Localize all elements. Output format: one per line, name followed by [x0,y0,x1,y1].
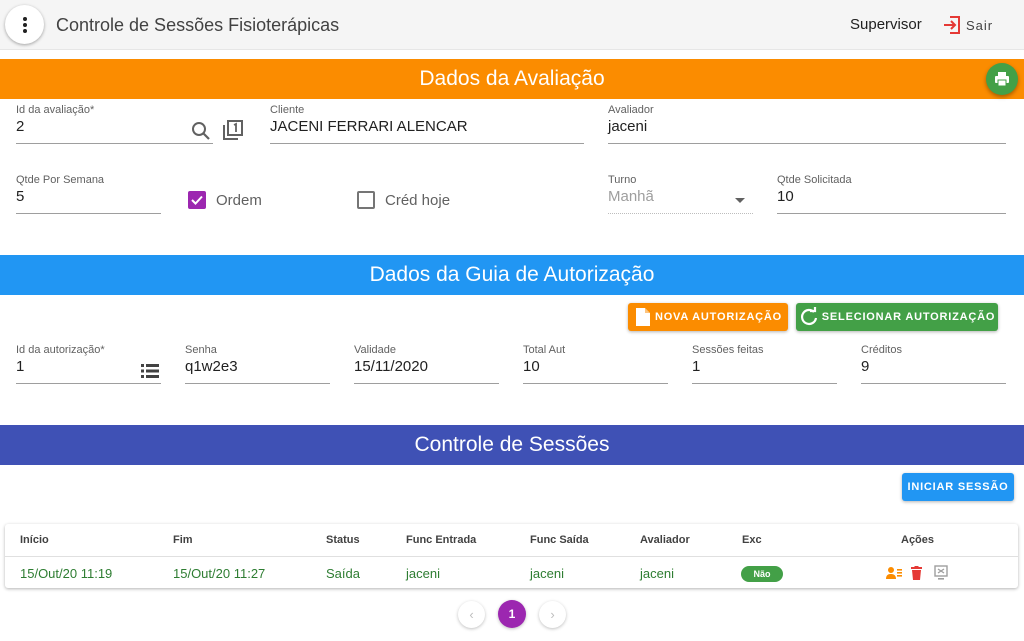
column-header-fim[interactable]: Fim [173,534,193,546]
cell-func-entrada: jaceni [406,566,440,581]
logout-label: Sair [966,17,994,33]
ordem-label: Ordem [216,191,262,209]
creditos-field[interactable]: Créditos 9 [861,344,1006,384]
qtde-solicitada-value[interactable]: 10 [777,188,794,205]
ordem-checkbox[interactable]: Ordem [188,191,262,209]
user-name: Supervisor [850,16,922,33]
cell-inicio: 15/Out/20 11:19 [20,566,113,581]
print-button[interactable] [986,63,1018,95]
column-header-inicio[interactable]: Início [20,534,49,546]
autorizacao-id-label: Id da autorização* [16,344,105,356]
checkbox-unchecked-icon[interactable] [357,191,375,209]
sessoes-feitas-value[interactable]: 1 [692,358,700,375]
total-aut-label: Total Aut [523,344,566,356]
turno-label: Turno [608,174,637,186]
cliente-value[interactable]: JACENI FERRARI ALENCAR [270,118,468,135]
filter-1-icon[interactable] [222,119,244,141]
avaliador-value[interactable]: jaceni [608,118,647,135]
search-icon[interactable] [191,121,211,141]
turno-value[interactable]: Manhã [608,188,654,205]
cell-avaliador: jaceni [640,566,674,581]
more-vert-icon [22,16,27,33]
remove-from-queue-icon[interactable] [934,565,948,581]
assign-user-icon[interactable] [886,566,902,580]
checkbox-checked-icon[interactable] [188,191,206,209]
validade-field[interactable]: Validade 15/11/2020 [354,344,499,384]
list-icon[interactable] [141,364,159,378]
cell-fim: 15/Out/20 11:27 [173,566,266,581]
qtde-semana-field[interactable]: Qtde Por Semana 5 [16,174,161,214]
avaliacao-id-label: Id da avaliação* [16,104,95,116]
autorizacao-id-value[interactable]: 1 [16,358,24,375]
cred-hoje-checkbox[interactable]: Créd hoje [357,191,450,209]
validade-value[interactable]: 15/11/2020 [354,358,428,375]
menu-button[interactable] [5,5,44,44]
senha-label: Senha [185,344,217,356]
senha-field[interactable]: Senha q1w2e3 [185,344,330,384]
autorizacao-id-field[interactable]: Id da autorização* 1 [16,344,161,384]
qtde-solicitada-field[interactable]: Qtde Solicitada 10 [777,174,1006,214]
sessoes-header: Controle de Sessões [0,425,1024,465]
selecionar-autorizacao-label: Selecionar Autorização [821,311,996,323]
iniciar-sessao-button[interactable]: Iniciar Sessão [902,473,1014,501]
nova-autorizacao-button[interactable]: Nova Autorização [628,303,788,331]
validade-label: Validade [354,344,396,356]
cliente-label: Cliente [270,104,305,116]
avaliador-field[interactable]: Avaliador jaceni [608,104,1006,144]
column-header-func-saida[interactable]: Func Saída [530,534,589,546]
sessoes-feitas-field[interactable]: Sessões feitas 1 [692,344,837,384]
pagination-next-button[interactable]: › [539,601,566,628]
total-aut-value[interactable]: 10 [523,358,540,375]
iniciar-sessao-label: Iniciar Sessão [907,481,1009,493]
avaliacao-header: Dados da Avaliação [0,59,1024,99]
creditos-label: Créditos [861,344,902,356]
column-header-acoes: Ações [901,534,935,546]
logout-icon [944,16,960,34]
pagination-page-1[interactable]: 1 [498,600,526,628]
column-header-func-entrada[interactable]: Func Entrada [406,534,476,546]
column-header-exc[interactable]: Exc [742,534,762,546]
sessoes-feitas-label: Sessões feitas [692,344,764,356]
nova-autorizacao-label: Nova Autorização [654,311,783,323]
cred-hoje-label: Créd hoje [385,191,451,209]
selecionar-autorizacao-button[interactable]: Selecionar Autorização [796,303,998,331]
dropdown-arrow-icon[interactable] [735,198,745,203]
avaliacao-id-field[interactable]: Id da avaliação* 2 [16,104,213,144]
total-aut-field[interactable]: Total Aut 10 [523,344,668,384]
exc-status-badge: Não [741,566,783,582]
refresh-icon [800,307,817,325]
guia-header: Dados da Guia de Autorização [0,255,1024,295]
logout-button[interactable]: Sair [942,15,993,35]
print-icon [995,72,1009,87]
avaliador-label: Avaliador [608,104,654,116]
cliente-field[interactable]: Cliente JACENI FERRARI ALENCAR [270,104,584,144]
header-divider [5,556,1018,557]
column-header-avaliador[interactable]: Avaliador [640,534,690,546]
delete-icon[interactable] [911,566,922,580]
avaliacao-id-value[interactable]: 2 [16,118,24,135]
top-app-bar: Controle de Sessões Fisioterápicas Super… [0,0,1024,50]
new-document-icon [635,308,650,326]
qtde-solicitada-label: Qtde Solicitada [777,174,852,186]
app-title: Controle de Sessões Fisioterápicas [56,15,340,35]
turno-select[interactable]: Turno Manhã [608,174,753,214]
qtde-semana-value[interactable]: 5 [16,188,24,205]
cell-status: Saída [326,566,360,581]
sessoes-table: Início Fim Status Func Entrada Func Saíd… [5,524,1018,588]
senha-value[interactable]: q1w2e3 [185,358,238,375]
column-header-status[interactable]: Status [326,534,360,546]
cell-func-saida: jaceni [530,566,564,581]
creditos-value[interactable]: 9 [861,358,869,375]
pagination-prev-button[interactable]: ‹ [458,601,485,628]
qtde-semana-label: Qtde Por Semana [16,174,105,186]
